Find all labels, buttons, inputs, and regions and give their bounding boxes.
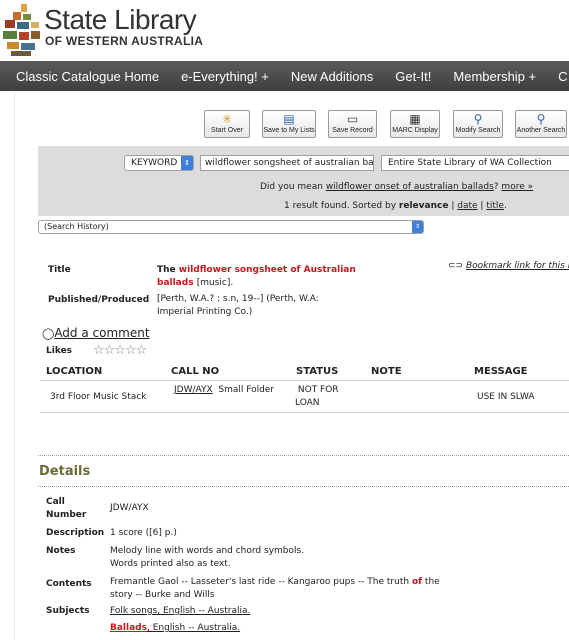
nav-classic-catalogue-home[interactable]: Classic Catalogue Home <box>16 69 159 84</box>
published-label: Published/Produced <box>48 295 150 305</box>
holding-message: USE IN SLWA <box>477 392 535 402</box>
col-note: NOTE <box>371 366 402 377</box>
library-logo-icon[interactable] <box>3 4 41 56</box>
col-call-no: CALL NO <box>171 366 220 377</box>
rating-stars[interactable]: ☆☆☆☆☆ <box>93 343 147 358</box>
magnifier-icon: ⚲ <box>536 112 546 126</box>
nav-new-additions[interactable]: New Additions <box>291 69 373 84</box>
save-record-button[interactable]: ▭ Save Record <box>328 110 377 138</box>
main-nav: Classic Catalogue Home e-Everything! + N… <box>0 61 569 91</box>
sparkle-icon: ✳ <box>221 112 233 126</box>
marc-display-button[interactable]: ▦ MARC Display <box>390 110 440 138</box>
results-summary: 1 result found. Sorted by relevance | da… <box>284 201 507 211</box>
table-row-rule <box>40 412 569 413</box>
subject-link-folk-songs[interactable]: Folk songs, English -- Australia. <box>110 606 250 616</box>
collection-select[interactable]: Entire State Library of WA Collection <box>381 155 569 171</box>
sort-relevance: relevance <box>398 201 449 211</box>
nav-more[interactable]: C <box>558 69 567 84</box>
marc-grid-icon: ▦ <box>409 112 421 126</box>
list-save-icon: ▤ <box>283 112 295 126</box>
holding-status: NOT FOR LOAN <box>295 385 339 408</box>
call-number-value: JDW/AYX <box>110 503 149 513</box>
nav-e-everything[interactable]: e-Everything! + <box>181 69 269 84</box>
select-arrows-icon: ⇕ <box>181 156 193 170</box>
subjects-label: Subjects <box>46 606 90 616</box>
brand-title[interactable]: State Library <box>44 4 197 36</box>
nav-get-it[interactable]: Get-It! <box>395 69 431 84</box>
holding-call-no: JDW/AYX Small Folder <box>174 385 275 395</box>
another-search-button[interactable]: ⚲ Another Search <box>515 110 567 138</box>
modify-search-button[interactable]: ⚲ Modify Search <box>453 110 503 138</box>
bookmark-link[interactable]: ⊂⊃ Bookmark link for this re <box>448 261 569 271</box>
magnifier-pencil-icon: ⚲ <box>473 112 483 126</box>
col-status: STATUS <box>296 366 339 377</box>
brand-subtitle: OF WESTERN AUSTRALIA <box>45 34 204 48</box>
call-no-link[interactable]: JDW/AYX <box>174 385 213 395</box>
did-you-mean: Did you mean wildflower onset of austral… <box>260 182 534 192</box>
left-divider <box>14 91 15 640</box>
call-number-label: Call Number <box>46 497 87 520</box>
start-over-button[interactable]: ✳ Start Over <box>204 110 250 138</box>
likes-label: Likes <box>46 346 73 356</box>
notes-value: Melody line with words and chord symbols… <box>110 546 305 569</box>
title-label: Title <box>48 265 71 275</box>
record-title: The wildflower songsheet of Australian b… <box>157 265 356 288</box>
details-divider <box>38 486 569 487</box>
more-suggestions-link[interactable]: more » <box>501 182 533 192</box>
did-you-mean-link[interactable]: wildflower onset of australian ballads <box>326 182 494 192</box>
save-record-icon: ▭ <box>346 112 359 126</box>
site-header: State Library OF WESTERN AUSTRALIA <box>0 0 569 60</box>
col-message: MESSAGE <box>474 366 528 377</box>
nav-membership[interactable]: Membership + <box>453 69 536 84</box>
table-header-rule <box>40 380 569 381</box>
speech-bubble-icon: ◯ <box>42 327 55 340</box>
search-type-select[interactable]: KEYWORD ⇕ <box>124 155 194 171</box>
col-location: LOCATION <box>46 366 103 377</box>
details-divider <box>38 455 569 456</box>
search-panel: KEYWORD ⇕ wildflower songsheet of austra… <box>38 146 569 216</box>
notes-label: Notes <box>46 546 76 556</box>
search-input[interactable]: wildflower songsheet of australian balla… <box>200 155 374 171</box>
add-comment[interactable]: ◯Add a comment <box>42 326 150 340</box>
holding-location: 3rd Floor Music Stack <box>50 392 147 402</box>
description-label: Description <box>46 528 105 538</box>
description-value: 1 score ([6] p.) <box>110 528 177 538</box>
sort-date-link[interactable]: date <box>457 201 477 211</box>
published-value: [Perth, W.A.? : s.n, 19--] (Perth, W.A: … <box>157 294 319 317</box>
search-history-select[interactable]: (Search History) ⇕ <box>38 220 424 234</box>
link-icon: ⊂⊃ <box>448 261 464 271</box>
subjects-value: Folk songs, English -- Australia. <box>110 605 250 618</box>
save-to-my-lists-button[interactable]: ▤ Save to My Lists <box>262 110 316 138</box>
sort-title-link[interactable]: title <box>486 201 504 211</box>
contents-value: Fremantle Gaol -- Lasseter's last ride -… <box>110 577 440 600</box>
details-heading: Details <box>39 464 91 479</box>
contents-label: Contents <box>46 579 92 589</box>
subject-link-ballads[interactable]: Ballads, English -- Australia. <box>110 622 240 635</box>
record-toolbar: ✳ Start Over ▤ Save to My Lists ▭ Save R… <box>0 110 569 140</box>
select-arrows-icon: ⇕ <box>412 221 423 233</box>
